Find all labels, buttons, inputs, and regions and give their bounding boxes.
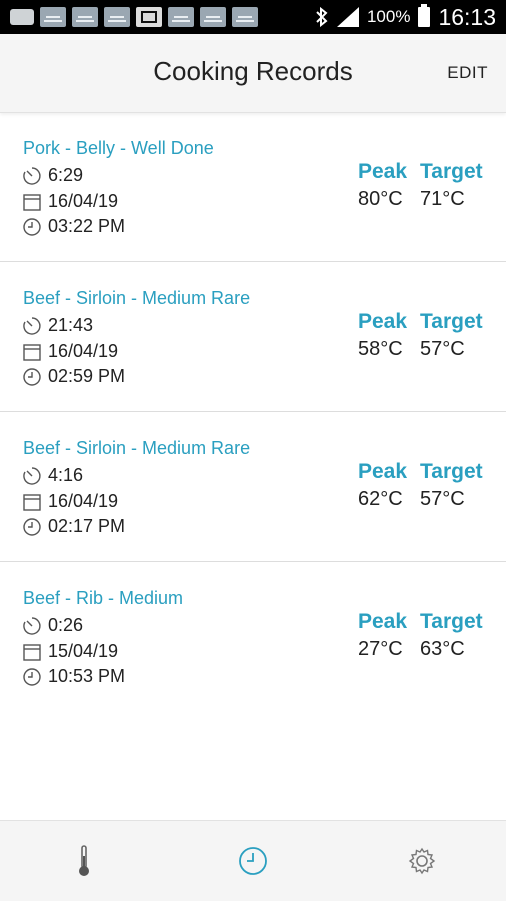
record-duration: 0:26 bbox=[48, 615, 84, 635]
notification-app-icon bbox=[200, 7, 226, 27]
temperature-summary: Peak Target 80°C 71°C bbox=[358, 160, 483, 211]
target-temperature: 57°C bbox=[420, 338, 465, 360]
date-row: 15/04/19 bbox=[22, 641, 118, 662]
notification-app-icon bbox=[104, 7, 130, 27]
duration-row: 4:16 bbox=[22, 465, 83, 486]
target-temperature: 57°C bbox=[420, 488, 465, 510]
clock-icon bbox=[23, 517, 41, 536]
tab-thermometer[interactable] bbox=[0, 821, 168, 901]
date-row: 16/04/19 bbox=[22, 491, 118, 512]
target-label: Target bbox=[420, 460, 483, 483]
peak-label: Peak bbox=[358, 310, 408, 333]
records-list: Pork - Belly - Well Done 6:29 16/04/19 0… bbox=[0, 112, 506, 711]
bluetooth-icon bbox=[316, 6, 328, 28]
keyboard-icon bbox=[10, 9, 34, 25]
system-icons: 100% 16:13 bbox=[315, 0, 496, 34]
notification-app-icon bbox=[40, 7, 66, 27]
record-name: Beef - Sirloin - Medium Rare bbox=[23, 438, 251, 458]
record-date: 15/04/19 bbox=[48, 641, 119, 661]
notification-app-icon bbox=[168, 7, 194, 27]
record-item[interactable]: Pork - Belly - Well Done 6:29 16/04/19 0… bbox=[0, 112, 506, 262]
record-date: 16/04/19 bbox=[48, 341, 119, 361]
thermometer-icon bbox=[79, 845, 89, 876]
target-label: Target bbox=[420, 310, 483, 333]
clock-icon bbox=[23, 367, 41, 386]
record-date: 16/04/19 bbox=[48, 191, 119, 211]
notification-app-icon bbox=[232, 7, 258, 27]
time-row: 03:22 PM bbox=[22, 216, 125, 237]
signal-icon bbox=[336, 7, 359, 27]
timer-icon bbox=[23, 316, 41, 335]
record-time: 10:53 PM bbox=[48, 666, 126, 686]
peak-temperature: 58°C bbox=[358, 338, 403, 360]
record-date: 16/04/19 bbox=[48, 491, 119, 511]
calendar-icon bbox=[23, 643, 41, 661]
timer-icon bbox=[23, 166, 41, 185]
record-item[interactable]: Beef - Sirloin - Medium Rare 21:43 16/04… bbox=[0, 262, 506, 412]
duration-row: 0:26 bbox=[22, 615, 83, 636]
record-time: 02:59 PM bbox=[48, 366, 126, 386]
peak-temperature: 62°C bbox=[358, 488, 403, 510]
duration-row: 6:29 bbox=[22, 165, 83, 186]
clock-icon bbox=[23, 217, 41, 236]
record-name: Beef - Sirloin - Medium Rare bbox=[23, 288, 251, 308]
time-row: 02:17 PM bbox=[22, 516, 125, 537]
peak-temperature: 27°C bbox=[358, 638, 403, 660]
notification-app-icon bbox=[72, 7, 98, 27]
peak-label: Peak bbox=[358, 610, 408, 633]
bottom-nav bbox=[0, 820, 506, 901]
timer-icon bbox=[23, 466, 41, 485]
app-bar: Cooking Records EDIT bbox=[0, 34, 506, 113]
temperature-summary: Peak Target 62°C 57°C bbox=[358, 460, 483, 511]
target-label: Target bbox=[420, 610, 483, 633]
date-row: 16/04/19 bbox=[22, 341, 118, 362]
time-row: 10:53 PM bbox=[22, 666, 125, 687]
record-time: 03:22 PM bbox=[48, 216, 126, 236]
clock-time: 16:13 bbox=[438, 3, 496, 30]
record-item[interactable]: Beef - Rib - Medium 0:26 15/04/19 10:53 … bbox=[0, 562, 506, 711]
page-title: Cooking Records bbox=[153, 56, 353, 86]
tab-settings[interactable] bbox=[338, 821, 506, 901]
peak-label: Peak bbox=[358, 160, 408, 183]
tab-history[interactable] bbox=[169, 821, 337, 901]
date-row: 16/04/19 bbox=[22, 191, 118, 212]
record-name: Pork - Belly - Well Done bbox=[23, 138, 214, 158]
time-row: 02:59 PM bbox=[22, 366, 125, 387]
calendar-icon bbox=[23, 493, 41, 511]
clock-icon bbox=[239, 847, 267, 875]
peak-temperature: 80°C bbox=[358, 188, 403, 210]
calendar-icon bbox=[23, 343, 41, 361]
edit-button[interactable]: EDIT bbox=[447, 63, 488, 83]
temperature-summary: Peak Target 27°C 63°C bbox=[358, 610, 483, 661]
peak-label: Peak bbox=[358, 460, 408, 483]
record-duration: 6:29 bbox=[48, 165, 84, 185]
record-duration: 21:43 bbox=[48, 315, 94, 335]
target-label: Target bbox=[420, 160, 483, 183]
record-duration: 4:16 bbox=[48, 465, 84, 485]
record-time: 02:17 PM bbox=[48, 516, 126, 536]
clock-icon bbox=[23, 667, 41, 686]
gear-icon bbox=[408, 847, 436, 875]
notification-icons bbox=[0, 7, 258, 27]
timer-icon bbox=[23, 616, 41, 635]
record-item[interactable]: Beef - Sirloin - Medium Rare 4:16 16/04/… bbox=[0, 412, 506, 562]
battery-icon bbox=[418, 4, 431, 27]
calendar-icon bbox=[23, 193, 41, 211]
target-temperature: 63°C bbox=[420, 638, 465, 660]
status-bar: 100% 16:13 bbox=[0, 0, 506, 34]
image-icon bbox=[136, 7, 162, 27]
temperature-summary: Peak Target 58°C 57°C bbox=[358, 310, 483, 361]
duration-row: 21:43 bbox=[22, 315, 93, 336]
record-name: Beef - Rib - Medium bbox=[23, 588, 184, 608]
target-temperature: 71°C bbox=[420, 188, 465, 210]
battery-percent: 100% bbox=[366, 7, 411, 26]
